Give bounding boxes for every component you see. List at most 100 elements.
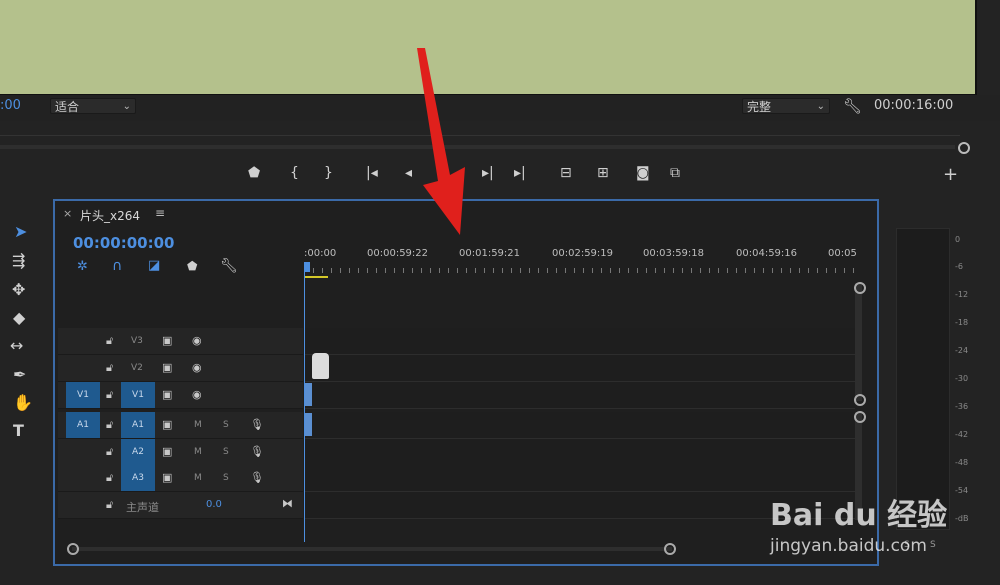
go-to-out-icon[interactable]: ▸| <box>514 165 526 181</box>
fit-select[interactable]: 适合 ⌄ <box>50 98 136 114</box>
lock-icon[interactable]: 🔓︎ <box>106 498 113 512</box>
meter-label: -24 <box>955 346 969 355</box>
microphone-icon[interactable]: 🎙︎ <box>250 418 264 431</box>
lane-v2[interactable] <box>305 355 855 382</box>
type-tool-icon[interactable]: T <box>13 421 24 440</box>
scroll-handle[interactable] <box>67 543 79 555</box>
playhead-timecode[interactable]: :00 <box>0 98 21 113</box>
ruler-label: 00:03:59:18 <box>643 248 705 259</box>
lock-icon[interactable]: 🔓︎ <box>106 418 113 432</box>
add-button-icon[interactable]: + <box>943 164 958 185</box>
video-clip[interactable] <box>305 383 312 406</box>
video-scrollbar[interactable] <box>855 283 862 401</box>
master-label: 主声道 <box>126 501 159 514</box>
extract-icon[interactable]: ⊞ <box>597 165 609 181</box>
scroll-handle[interactable] <box>854 411 866 423</box>
audio-clip[interactable] <box>305 413 312 436</box>
mark-in-icon[interactable]: { <box>290 165 299 181</box>
duration-timecode: 00:00:16:00 <box>874 98 954 113</box>
sync-icon[interactable]: ▣ <box>162 471 172 484</box>
microphone-icon[interactable]: 🎙︎ <box>250 471 264 484</box>
linked-selection-icon[interactable]: ◪ <box>148 258 160 273</box>
source-patch-v1[interactable]: V1 <box>66 382 100 408</box>
lane-a2[interactable] <box>305 439 855 466</box>
lock-icon[interactable]: 🔓︎ <box>106 361 113 375</box>
lock-icon[interactable]: 🔓︎ <box>106 445 113 459</box>
mark-out-icon[interactable]: } <box>324 165 333 181</box>
meter-label: -6 <box>955 262 963 271</box>
hand-tool-icon[interactable]: ✋ <box>13 393 33 412</box>
go-to-end-icon[interactable]: ⧓ <box>282 497 293 510</box>
sync-icon[interactable]: ▣ <box>162 361 172 374</box>
track-header-v2[interactable]: 🔓︎ V2 ▣ ◉ <box>58 355 303 382</box>
meter-label: -12 <box>955 290 969 299</box>
nest-icon[interactable]: ✲ <box>77 259 88 274</box>
lane-a1[interactable] <box>305 412 855 439</box>
track-header-a2[interactable]: 🔓︎ A2 ▣ M S 🎙︎ <box>58 439 303 466</box>
eye-icon[interactable]: ◉ <box>192 361 202 374</box>
panel-menu-icon[interactable]: ≡ <box>155 206 165 220</box>
lock-icon[interactable]: 🔓︎ <box>106 471 113 485</box>
meter-label: -18 <box>955 318 969 327</box>
track-select-tool-icon[interactable]: ⇶ <box>12 251 25 270</box>
watermark-url: jingyan.baidu.com <box>770 536 927 556</box>
selection-tool-icon[interactable]: ➤ <box>14 222 27 241</box>
time-ruler[interactable]: :00:00 00:00:59:22 00:01:59:21 00:02:59:… <box>304 240 857 280</box>
sync-icon[interactable]: ▣ <box>162 388 172 401</box>
sync-icon[interactable]: ▣ <box>162 445 172 458</box>
track-header-master[interactable]: 🔓︎ 主声道 0.0 ⧓ <box>58 492 303 519</box>
lock-icon[interactable]: 🔓︎ <box>106 334 113 348</box>
scroll-handle[interactable] <box>854 282 866 294</box>
close-tab-icon[interactable]: × <box>63 207 72 220</box>
comparison-view-icon[interactable]: ⧉ <box>670 165 680 181</box>
track-header-v3[interactable]: 🔓︎ V3 ▣ ◉ <box>58 328 303 355</box>
track-header-a3[interactable]: 🔓︎ A3 ▣ M S 🎙︎ <box>58 465 303 492</box>
track-header-v1[interactable]: V1 🔓︎ V1 ▣ ◉ <box>58 382 303 409</box>
timeline-timecode[interactable]: 00:00:00:00 <box>73 234 175 252</box>
track-target-a3[interactable]: A3 <box>121 465 155 491</box>
solo-button[interactable]: S <box>223 447 229 457</box>
track-header-a1[interactable]: A1 🔓︎ A1 ▣ M S 🎙︎ <box>58 412 303 439</box>
ripple-edit-tool-icon[interactable]: ✥ <box>12 280 25 299</box>
timeline-settings-icon[interactable]: 🔧︎ <box>220 258 238 274</box>
scroll-handle[interactable] <box>854 394 866 406</box>
slip-tool-icon[interactable]: ↔ <box>10 336 23 355</box>
track-target-a1[interactable]: A1 <box>121 412 155 438</box>
ruler-label: :00:00 <box>304 248 337 259</box>
watermark-brand: Bai du 经验 <box>770 498 948 533</box>
microphone-icon[interactable]: 🎙︎ <box>250 445 264 458</box>
eye-icon[interactable]: ◉ <box>192 388 202 401</box>
source-patch-a1[interactable]: A1 <box>66 412 100 438</box>
track-target-v1[interactable]: V1 <box>121 382 155 408</box>
sync-icon[interactable]: ▣ <box>162 418 172 431</box>
lock-icon[interactable]: 🔓︎ <box>106 388 113 402</box>
pen-tool-icon[interactable]: ✒ <box>13 365 26 384</box>
mute-button[interactable]: M <box>194 420 202 430</box>
sequence-tab[interactable]: 片头_x264 <box>80 207 140 224</box>
sync-icon[interactable]: ▣ <box>162 334 172 347</box>
master-volume[interactable]: 0.0 <box>206 499 222 510</box>
eye-icon[interactable]: ◉ <box>192 334 202 347</box>
snap-icon[interactable]: ∩ <box>112 258 122 274</box>
solo-button[interactable]: S <box>223 473 229 483</box>
timeline-horizontal-scrollbar[interactable] <box>72 547 672 551</box>
add-marker-icon[interactable]: ⬟ <box>187 259 197 273</box>
marker-icon[interactable]: ⬟ <box>248 165 260 181</box>
lane-v3[interactable] <box>305 328 855 355</box>
export-frame-icon[interactable]: ◙ <box>636 165 650 181</box>
razor-tool-icon[interactable]: ◆ <box>13 308 25 327</box>
program-monitor-frame <box>0 0 977 96</box>
go-to-in-icon[interactable]: |◂ <box>366 165 378 181</box>
lane-v1[interactable] <box>305 382 855 409</box>
work-area-bar[interactable] <box>304 276 328 278</box>
mute-button[interactable]: M <box>194 473 202 483</box>
scroll-handle[interactable] <box>664 543 676 555</box>
track-target-a2[interactable]: A2 <box>121 439 155 465</box>
playhead-line[interactable] <box>304 262 305 542</box>
lift-icon[interactable]: ⊟ <box>560 165 572 181</box>
wrench-icon[interactable]: 🔧︎ <box>843 97 862 115</box>
mute-button[interactable]: M <box>194 447 202 457</box>
scroll-handle[interactable] <box>958 142 970 154</box>
solo-button[interactable]: S <box>223 420 229 430</box>
quality-select[interactable]: 完整 ⌄ <box>742 98 830 114</box>
